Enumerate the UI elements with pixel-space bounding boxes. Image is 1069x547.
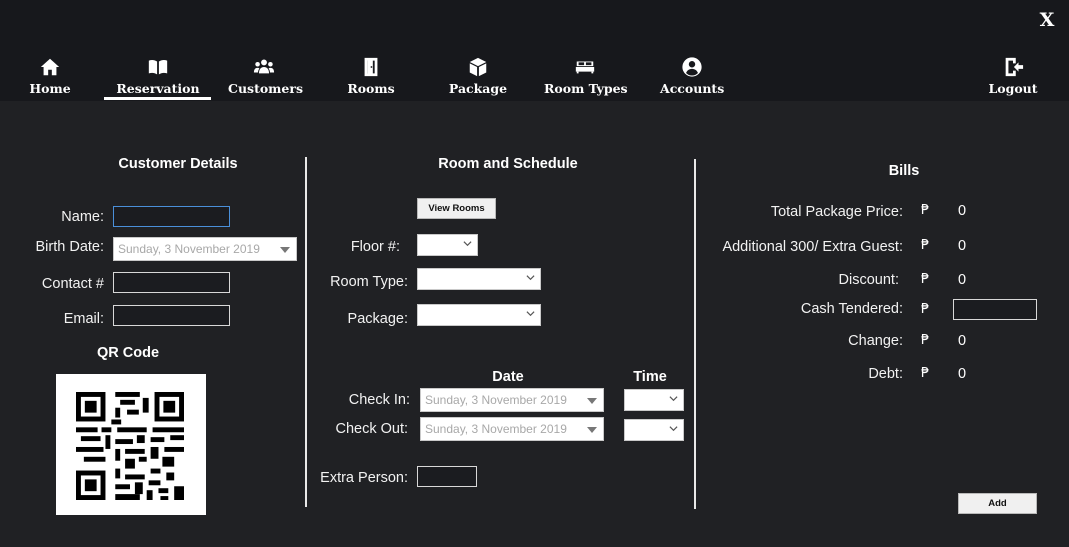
check-out-time-select[interactable]	[624, 419, 684, 441]
logout-icon	[1005, 57, 1024, 77]
extra-person-input[interactable]	[417, 466, 477, 487]
peso-icon: ₱	[921, 333, 930, 348]
nav-rooms[interactable]: Rooms	[346, 56, 396, 100]
chevron-down-icon	[587, 398, 597, 404]
extra-guest-label: Additional 300/ Extra Guest:	[722, 239, 903, 255]
section-divider-right	[694, 159, 696, 509]
nav-customers-label: Customers	[228, 81, 303, 96]
total-package-price-value: 0	[958, 203, 967, 219]
package-select[interactable]	[417, 304, 541, 326]
check-out-label: Check Out:	[335, 421, 408, 437]
debt-value: 0	[958, 366, 967, 382]
check-out-date-value: Sunday, 3 November 2019	[425, 422, 567, 436]
chevron-down-icon	[526, 275, 535, 281]
qr-code-image	[56, 374, 206, 515]
check-out-date-picker[interactable]: Sunday, 3 November 2019	[420, 417, 604, 441]
peso-icon: ₱	[921, 272, 930, 287]
contact-label: Contact #	[41, 276, 104, 292]
nav-reservation[interactable]: Reservation	[108, 56, 208, 100]
customer-details-title: Customer Details	[118, 156, 238, 172]
contact-input[interactable]	[113, 272, 230, 293]
cash-tendered-input[interactable]	[953, 299, 1037, 320]
room-type-select[interactable]	[417, 268, 541, 290]
nav-home[interactable]: Home	[28, 56, 72, 100]
total-package-price-label: Total Package Price:	[770, 204, 903, 220]
section-divider-left	[305, 157, 307, 507]
chevron-down-icon	[526, 311, 535, 317]
nav-accounts[interactable]: Accounts	[660, 56, 724, 100]
bills-title: Bills	[888, 163, 920, 179]
nav-rooms-label: Rooms	[347, 81, 395, 96]
date-header: Date	[492, 369, 524, 385]
home-icon	[40, 58, 60, 76]
qr-code-pattern	[76, 392, 184, 500]
check-in-date-picker[interactable]: Sunday, 3 November 2019	[420, 388, 604, 412]
discount-label: Discount:	[838, 272, 899, 288]
check-in-label: Check In:	[348, 392, 410, 408]
nav-reservation-label: Reservation	[116, 81, 200, 96]
book-open-icon	[148, 59, 168, 75]
package-label: Package:	[347, 311, 408, 327]
change-value: 0	[958, 333, 967, 349]
peso-icon: ₱	[921, 366, 930, 381]
user-circle-icon	[682, 57, 702, 77]
floor-select[interactable]	[417, 234, 478, 256]
nav-package[interactable]: Package	[448, 56, 508, 100]
extra-person-label: Extra Person:	[320, 470, 408, 486]
nav-room-types-label: Room Types	[544, 81, 628, 96]
debt-label: Debt:	[868, 366, 903, 382]
view-rooms-button[interactable]: View Rooms	[417, 198, 496, 219]
qr-code-title: QR Code	[96, 345, 160, 361]
nav-accounts-label: Accounts	[660, 81, 725, 96]
email-label: Email:	[63, 311, 104, 327]
chevron-down-icon	[280, 247, 290, 253]
chevron-down-icon	[669, 396, 678, 402]
chevron-down-icon	[463, 241, 472, 247]
bed-icon	[575, 61, 595, 74]
logout-label: Logout	[988, 81, 1038, 96]
email-input[interactable]	[113, 305, 230, 326]
chevron-down-icon	[669, 426, 678, 432]
room-type-label: Room Type:	[330, 274, 408, 290]
name-input[interactable]	[113, 206, 230, 227]
check-in-date-value: Sunday, 3 November 2019	[425, 393, 567, 407]
check-in-time-select[interactable]	[624, 389, 684, 411]
floor-label: Floor #:	[350, 239, 400, 255]
close-button[interactable]: X	[1037, 8, 1057, 32]
logout-button[interactable]: Logout	[988, 56, 1038, 100]
nav-customers[interactable]: Customers	[228, 56, 303, 100]
birth-date-label: Birth Date:	[35, 239, 105, 255]
chevron-down-icon	[587, 427, 597, 433]
birth-date-value: Sunday, 3 November 2019	[118, 242, 260, 256]
peso-icon: ₱	[921, 203, 930, 218]
nav-package-label: Package	[448, 81, 508, 96]
discount-value: 0	[958, 272, 967, 288]
add-button[interactable]: Add	[958, 493, 1037, 514]
users-icon	[253, 59, 275, 74]
door-icon	[364, 57, 378, 77]
time-header: Time	[633, 369, 667, 385]
birth-date-picker[interactable]: Sunday, 3 November 2019	[113, 237, 297, 261]
change-label: Change:	[848, 333, 903, 349]
room-schedule-title: Room and Schedule	[438, 156, 578, 172]
box-icon	[469, 57, 487, 77]
name-label: Name:	[61, 209, 104, 225]
extra-guest-value: 0	[958, 238, 967, 254]
peso-icon: ₱	[921, 238, 930, 253]
peso-icon: ₱	[921, 302, 930, 317]
cash-tendered-label: Cash Tendered:	[800, 301, 903, 317]
active-tab-indicator	[104, 97, 211, 100]
nav-room-types[interactable]: Room Types	[544, 56, 628, 100]
nav-home-label: Home	[29, 81, 71, 96]
